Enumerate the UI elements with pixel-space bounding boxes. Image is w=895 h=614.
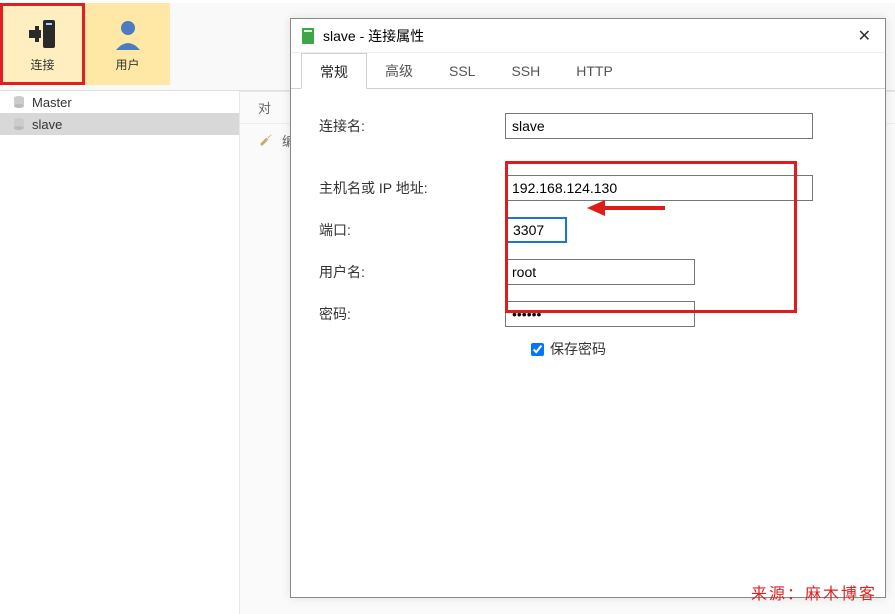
tab-http[interactable]: HTTP <box>558 53 631 89</box>
connect-label: 连接 <box>30 56 54 73</box>
user-label: 用户 <box>115 56 139 73</box>
save-password-checkbox[interactable] <box>531 343 544 356</box>
close-button[interactable]: ✕ <box>854 26 875 46</box>
connection-item-slave[interactable]: slave <box>0 113 239 135</box>
plug-server-icon <box>25 16 61 52</box>
connection-name-label: 连接名: <box>315 116 505 136</box>
save-password-label: 保存密码 <box>550 339 606 359</box>
port-label: 端口: <box>315 220 505 240</box>
user-icon <box>110 16 146 52</box>
password-input[interactable] <box>505 301 695 327</box>
host-input[interactable] <box>505 175 813 201</box>
password-label: 密码: <box>315 304 505 324</box>
source-attribution: 来源：麻木博客 <box>751 580 877 604</box>
host-label: 主机名或 IP 地址: <box>315 178 505 198</box>
connection-label: Master <box>32 95 72 110</box>
connections-sidebar: Master slave <box>0 91 240 614</box>
port-input[interactable] <box>505 217 567 243</box>
connection-item-master[interactable]: Master <box>0 91 239 113</box>
tab-ssl[interactable]: SSL <box>431 53 493 89</box>
dialog-title-text: slave - 连接属性 <box>323 26 424 46</box>
user-button[interactable]: 用户 <box>85 3 170 85</box>
username-label: 用户名: <box>315 262 505 282</box>
database-icon <box>12 117 26 131</box>
connection-label: slave <box>32 117 62 132</box>
tab-ssh[interactable]: SSH <box>493 53 558 89</box>
username-input[interactable] <box>505 259 695 285</box>
tab-advanced[interactable]: 高级 <box>367 53 431 89</box>
database-icon <box>12 95 26 109</box>
tab-general[interactable]: 常规 <box>301 53 367 89</box>
database-green-icon <box>301 28 315 44</box>
dialog-form: 连接名: 主机名或 IP 地址: 端口: 用户名: 密码: 保存密码 <box>291 89 885 379</box>
dialog-titlebar: slave - 连接属性 ✕ <box>291 19 885 53</box>
obj-text: 对 <box>258 98 271 117</box>
connect-button[interactable]: 连接 <box>0 3 85 85</box>
connection-properties-dialog: slave - 连接属性 ✕ 常规 高级 SSL SSH HTTP 连接名: 主… <box>290 18 886 598</box>
dialog-tabs: 常规 高级 SSL SSH HTTP <box>291 53 885 89</box>
wrench-icon <box>258 132 272 149</box>
connection-name-input[interactable] <box>505 113 813 139</box>
